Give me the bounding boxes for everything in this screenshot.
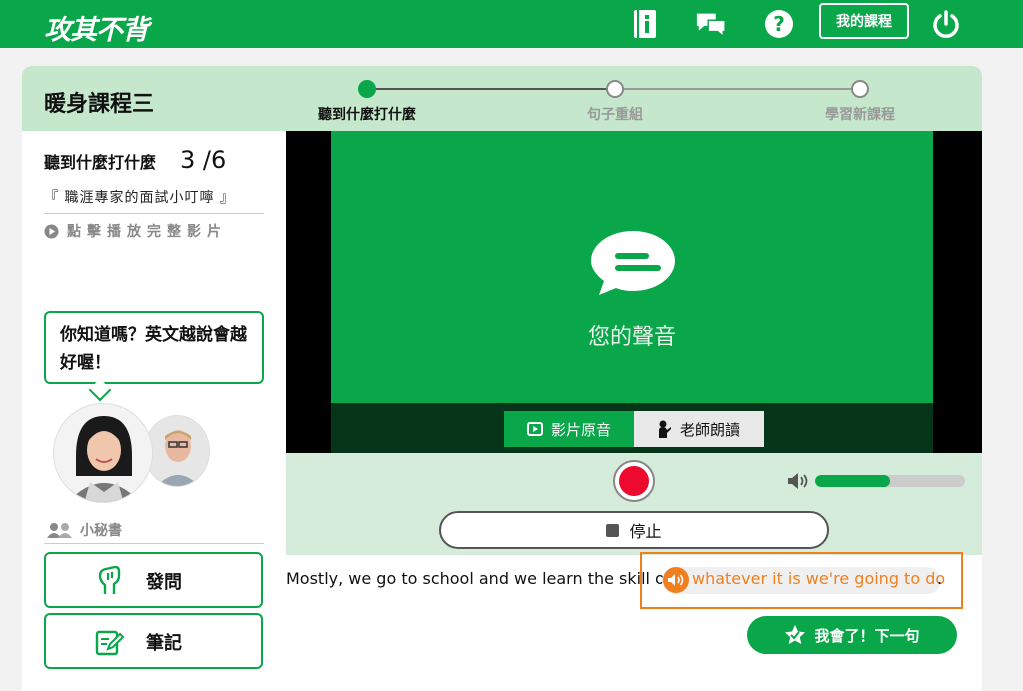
top-bar: 攻其不背 ? 我的課程: [0, 0, 1023, 48]
sentence-end: .: [937, 569, 943, 588]
divider: [44, 543, 264, 544]
chat-icon[interactable]: [695, 9, 727, 39]
video-play-icon: [526, 422, 543, 436]
record-button[interactable]: [613, 460, 655, 502]
divider: [44, 213, 264, 214]
highlight-phrase[interactable]: whatever it is we're going to do: [692, 569, 945, 588]
phrase-speaker-icon[interactable]: [663, 567, 689, 593]
speech-bubble-icon: [591, 231, 675, 295]
hand-raise-icon: [98, 566, 121, 594]
ask-question-label: 發問: [146, 572, 182, 593]
progress-line: [615, 88, 860, 90]
next-sentence-label: 我會了！下一句: [814, 626, 920, 645]
volume-slider[interactable]: [815, 475, 965, 487]
step-dot-2: [606, 80, 624, 98]
lesson-subtitle: 『 職涯專家的面試小叮嚀 』: [44, 190, 235, 206]
teacher-icon: [658, 420, 671, 438]
play-full-label: 點擊播放完整影片: [67, 224, 227, 240]
assistant-speech-bubble: 你知道嗎？英文越說會越好喔！: [44, 311, 264, 384]
lesson-card: 暖身課程三 聽到什麼打什麼 句子重組 學習新課程 聽到什麼打什麼 3 /6 『 …: [22, 66, 982, 691]
notes-label: 筆記: [146, 633, 182, 654]
lesson-progress-count: 3 /6: [180, 146, 227, 174]
assistant-name: 小秘書: [46, 520, 122, 540]
audio-source-tabs: 影片原音 老師朗讀: [331, 403, 933, 453]
card-header: 暖身課程三 聽到什麼打什麼 句子重組 學習新課程: [22, 66, 982, 131]
users-icon: [47, 523, 72, 538]
volume-icon: [788, 473, 808, 489]
step-label-3: 學習新課程: [825, 107, 895, 123]
avatar-teacher: [144, 415, 210, 487]
volume-slider-fill: [815, 475, 890, 487]
star-check-icon: [785, 625, 806, 645]
sentence-text: Mostly, we go to school and we learn the…: [286, 569, 671, 588]
play-circle-icon: [44, 224, 59, 238]
step-dot-3: [851, 80, 869, 98]
video-player[interactable]: 您的聲音 影片原音 老師朗讀: [286, 131, 982, 453]
power-icon[interactable]: [930, 9, 962, 39]
logo[interactable]: 攻其不背: [44, 8, 149, 47]
recording-controls: 停止: [286, 453, 982, 555]
notes-button[interactable]: 筆記: [44, 613, 263, 669]
step-label-1: 聽到什麼打什麼: [318, 107, 416, 123]
svg-text:?: ?: [773, 12, 785, 36]
voice-recording-panel: 您的聲音: [331, 131, 933, 403]
avatar-assistant: [53, 403, 153, 503]
tab-original-audio-label: 影片原音: [550, 420, 611, 439]
step-label-2: 句子重組: [587, 107, 643, 123]
tab-original-audio[interactable]: 影片原音: [504, 411, 634, 447]
your-voice-label: 您的聲音: [587, 325, 676, 350]
record-icon: [619, 466, 649, 496]
ask-question-button[interactable]: 發問: [44, 552, 263, 608]
stop-icon: [606, 523, 620, 537]
my-course-button[interactable]: 我的課程: [819, 3, 909, 39]
next-sentence-button[interactable]: 我會了！下一句: [747, 616, 957, 654]
step-dot-1: [358, 80, 376, 98]
tab-teacher-reading-label: 老師朗讀: [679, 420, 740, 439]
progress-line: [367, 88, 615, 90]
help-icon[interactable]: ?: [763, 9, 795, 39]
stop-label: 停止: [629, 522, 662, 541]
notes-edit-icon: [95, 630, 124, 656]
tab-teacher-reading[interactable]: 老師朗讀: [634, 411, 764, 447]
assistant-label: 小秘書: [80, 523, 122, 539]
stop-button[interactable]: 停止: [439, 511, 829, 549]
play-full-video-link[interactable]: 點擊播放完整影片: [44, 221, 227, 241]
info-book-icon[interactable]: [629, 9, 661, 39]
lesson-name: 聽到什麼打什麼: [44, 153, 157, 172]
course-title: 暖身課程三: [44, 92, 155, 117]
